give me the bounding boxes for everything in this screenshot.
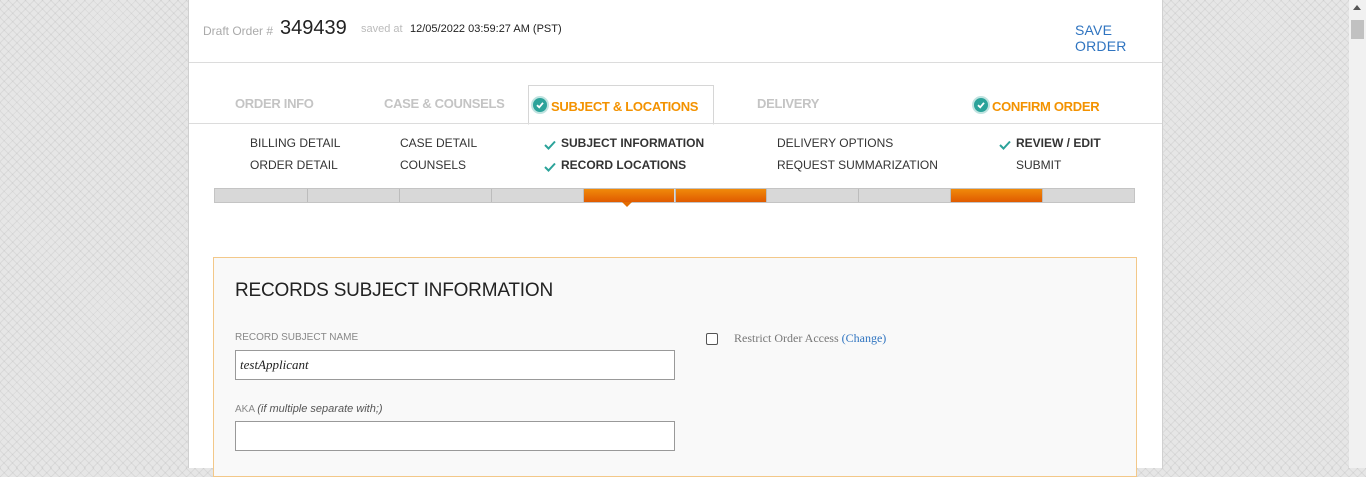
subnav-delivery-options[interactable]: DELIVERY OPTIONS xyxy=(777,136,893,150)
subnav-billing-detail[interactable]: BILLING DETAIL xyxy=(250,136,340,150)
check-icon xyxy=(999,140,1011,150)
progress-segment-divider xyxy=(582,189,584,202)
progress-segment-divider xyxy=(674,189,676,202)
progress-segment-divider xyxy=(1042,189,1044,202)
restrict-access-checkbox[interactable] xyxy=(706,333,718,345)
subnav-review-edit[interactable]: REVIEW / EDIT xyxy=(1016,136,1101,150)
progress-bar xyxy=(214,188,1135,203)
subnav-case-detail[interactable]: CASE DETAIL xyxy=(400,136,477,150)
order-number: 349439 xyxy=(280,17,347,39)
progress-segment-divider xyxy=(766,189,768,202)
saved-timestamp: 12/05/2022 03:59:27 AM (PST) xyxy=(410,23,562,35)
progress-segment-divider xyxy=(858,189,860,202)
aka-label-text: AKA xyxy=(235,404,255,415)
subject-name-label: RECORD SUBJECT NAME xyxy=(235,332,359,343)
panel-title: RECORDS SUBJECT INFORMATION xyxy=(235,280,553,301)
progress-segment-divider xyxy=(490,189,492,202)
tab-order-info[interactable]: ORDER INFO xyxy=(235,96,314,111)
aka-label: AKA (if multiple separate with;) xyxy=(235,403,383,415)
subnav-subject-information[interactable]: SUBJECT INFORMATION xyxy=(561,136,704,150)
vertical-scrollbar[interactable] xyxy=(1349,0,1366,468)
progress-pointer-icon xyxy=(622,202,632,207)
progress-segment-divider xyxy=(306,189,308,202)
restrict-access-label: Restrict Order Access (Change) xyxy=(734,331,886,346)
check-icon xyxy=(544,140,556,150)
tab-case-counsels[interactable]: CASE & COUNSELS xyxy=(384,96,505,111)
subject-info-panel: RECORDS SUBJECT INFORMATION RECORD SUBJE… xyxy=(213,257,1137,477)
subnav-record-locations[interactable]: RECORD LOCATIONS xyxy=(561,158,686,172)
check-icon xyxy=(544,162,556,172)
order-header: Draft Order # 349439 saved at 12/05/2022… xyxy=(189,0,1162,63)
restrict-change-link[interactable]: (Change) xyxy=(842,331,887,345)
tab-confirm-order-label: CONFIRM ORDER xyxy=(992,99,1100,114)
tab-confirm-order[interactable]: CONFIRM ORDER xyxy=(972,96,1100,114)
order-page: Draft Order # 349439 saved at 12/05/2022… xyxy=(188,0,1163,477)
progress-segment-filled xyxy=(674,189,767,202)
subnav-order-detail[interactable]: ORDER DETAIL xyxy=(250,158,338,172)
scroll-up-icon[interactable] xyxy=(1353,5,1361,10)
tab-delivery[interactable]: DELIVERY xyxy=(757,96,819,111)
tab-delivery-label: DELIVERY xyxy=(757,96,820,111)
subnav-counsels[interactable]: COUNSELS xyxy=(400,158,466,172)
check-circle-icon xyxy=(531,96,549,114)
draft-order-label: Draft Order # xyxy=(203,24,274,38)
tab-divider xyxy=(189,123,1162,124)
aka-hint: (if multiple separate with;) xyxy=(257,403,383,415)
tab-subject-locations[interactable]: SUBJECT & LOCATIONS xyxy=(531,96,698,114)
subnav-request-summarization[interactable]: REQUEST SUMMARIZATION xyxy=(777,158,938,172)
subject-name-input[interactable] xyxy=(235,350,675,380)
progress-segment-filled xyxy=(950,189,1043,202)
tab-subject-locations-label: SUBJECT & LOCATIONS xyxy=(551,99,699,114)
tab-case-counsels-label: CASE & COUNSELS xyxy=(384,96,505,111)
progress-segment-filled xyxy=(582,189,675,202)
progress-segment-divider xyxy=(950,189,952,202)
restrict-access-text: Restrict Order Access xyxy=(734,331,839,345)
progress-segment-divider xyxy=(398,189,400,202)
tab-order-info-label: ORDER INFO xyxy=(235,96,314,111)
subnav-submit[interactable]: SUBMIT xyxy=(1016,158,1061,172)
aka-input[interactable] xyxy=(235,421,675,451)
saved-at-label: saved at xyxy=(361,23,403,35)
scrollbar-thumb[interactable] xyxy=(1351,20,1364,39)
check-circle-icon xyxy=(972,96,990,114)
save-order-button[interactable]: SAVE ORDER xyxy=(1075,22,1162,54)
